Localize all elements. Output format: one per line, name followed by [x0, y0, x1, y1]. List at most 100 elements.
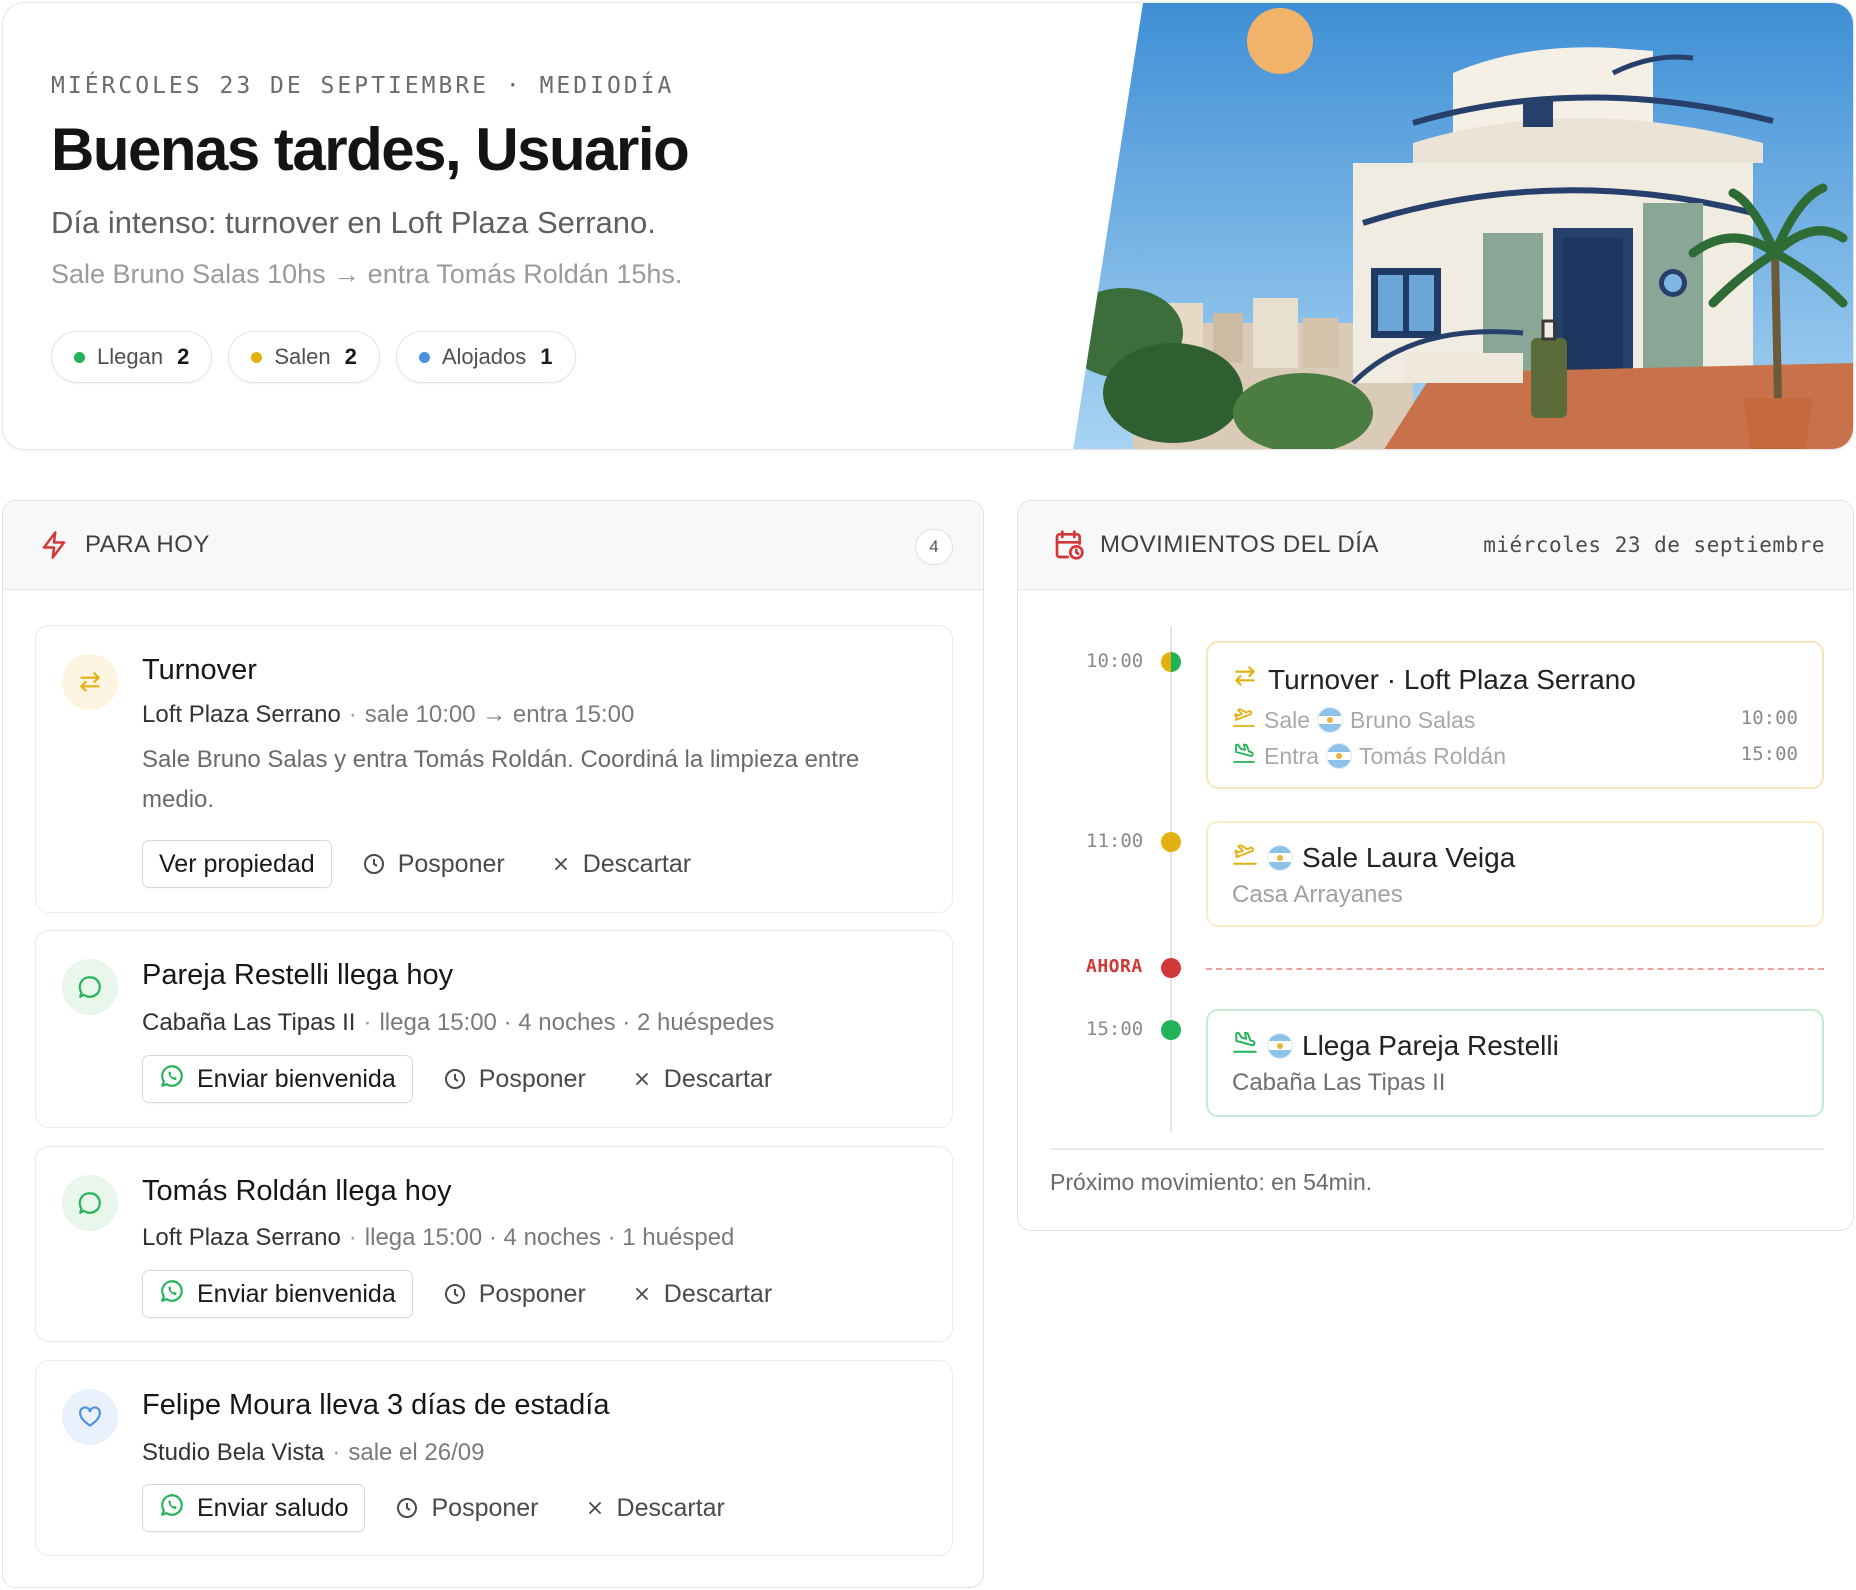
stat-label: Llegan — [97, 344, 164, 369]
stat-departures[interactable]: Salen 2 — [228, 331, 380, 383]
stats-row: Llegan 2 Salen 2 Alojados 1 — [51, 331, 576, 383]
calendar-clock-icon — [1052, 528, 1086, 562]
event-card-departure[interactable]: Sale Laura Veiga Casa Arrayanes — [1206, 821, 1824, 927]
whatsapp-icon — [159, 1063, 185, 1096]
postpone-label: Posponer — [478, 1064, 586, 1093]
heart-icon — [62, 1389, 118, 1445]
task-card-arrival: Tomás Roldán llega hoy Loft Plaza Serran… — [35, 1146, 953, 1342]
postpone-button[interactable]: Posponer — [362, 850, 505, 879]
close-icon — [632, 1284, 652, 1304]
clock-icon — [443, 1282, 467, 1306]
dismiss-button[interactable]: Descartar — [551, 850, 691, 879]
property-name[interactable]: Loft Plaza Serrano — [142, 701, 341, 728]
task-card-turnover: Turnover Loft Plaza Serrano · sale 10:00 →… — [35, 625, 953, 913]
task-actions: Enviar bienvenida Posponer Descartar — [142, 1270, 772, 1318]
today-panel-title: PARA HOY — [85, 531, 210, 558]
whatsapp-icon — [159, 1278, 185, 1311]
swap-icon — [1232, 663, 1258, 696]
dismiss-label: Descartar — [663, 1064, 773, 1093]
event-card-arrival[interactable]: Llega Pareja Restelli Cabaña Las Tipas I… — [1206, 1009, 1824, 1117]
property-name[interactable]: Cabaña Las Tipas II — [142, 1009, 355, 1036]
postpone-label: Posponer — [478, 1279, 586, 1308]
event-title: Turnover · Loft Plaza Serrano — [1268, 663, 1636, 695]
event-card-turnover[interactable]: Turnover · Loft Plaza Serrano Sale Bruno… — [1206, 641, 1824, 789]
stat-value: 2 — [344, 344, 357, 369]
task-title: Felipe Moura lleva 3 días de estadía — [142, 1389, 610, 1421]
greeting-title: Buenas tardes, Usuario — [51, 116, 690, 183]
swap-icon — [62, 654, 118, 710]
dismiss-button[interactable]: Descartar — [632, 1065, 772, 1094]
dismiss-button[interactable]: Descartar — [632, 1280, 772, 1309]
argentina-flag-icon — [1326, 744, 1351, 768]
send-greeting-button[interactable]: Enviar saludo — [142, 1484, 366, 1532]
button-label: Enviar bienvenida — [197, 1279, 396, 1308]
timeline-dot-now — [1161, 958, 1181, 978]
task-schedule: llega 15:00 · 4 noches · 2 huéspedes — [379, 1009, 775, 1036]
row-kind: Entra — [1264, 742, 1319, 769]
postpone-label: Posponer — [431, 1493, 539, 1522]
close-icon — [632, 1069, 652, 1089]
timeline-dot-turnover — [1161, 652, 1181, 672]
departures-dot — [251, 351, 263, 363]
row-time: 10:00 — [1740, 707, 1798, 729]
task-actions: Enviar bienvenida Posponer Descartar — [142, 1055, 772, 1103]
day-detail: Sale Bruno Salas 10hs → entra Tomás Rold… — [51, 259, 683, 289]
clock-icon — [362, 852, 386, 876]
hero-house-illustration — [1073, 3, 1853, 449]
event-title-row: Turnover · Loft Plaza Serrano — [1232, 663, 1636, 696]
event-row-arrival: Entra Tomás Roldán — [1232, 741, 1506, 771]
postpone-button[interactable]: Posponer — [395, 1493, 539, 1523]
task-schedule: sale 10:00 → entra 15:00 — [364, 701, 635, 728]
dismiss-label: Descartar — [663, 1279, 773, 1308]
hero-date: MIÉRCOLES 23 DE SEPTIEMBRE · MEDIODÍA — [51, 73, 675, 99]
property-name[interactable]: Loft Plaza Serrano — [142, 1224, 341, 1251]
movements-panel-header: MOVIMIENTOS DEL DÍA miércoles 23 de sept… — [1018, 501, 1853, 590]
timeline-dot-departure — [1161, 832, 1181, 852]
dismiss-button[interactable]: Descartar — [585, 1494, 725, 1523]
stat-value: 1 — [540, 344, 553, 369]
event-title-row: Llega Pareja Restelli — [1232, 1029, 1559, 1062]
dismiss-label: Descartar — [616, 1493, 725, 1522]
task-description: Sale Bruno Salas y entra Tomás Roldán. C… — [142, 746, 860, 813]
view-property-button[interactable]: Ver propiedad — [142, 840, 332, 888]
clock-icon — [443, 1067, 467, 1091]
stat-staying[interactable]: Alojados 1 — [395, 331, 576, 383]
greeting-hero: MIÉRCOLES 23 DE SEPTIEMBRE · MEDIODÍA Bu… — [2, 2, 1854, 450]
property-name[interactable]: Studio Bela Vista — [142, 1439, 324, 1466]
dismiss-label: Descartar — [582, 849, 692, 878]
task-actions: Enviar saludo Posponer Descartar — [142, 1484, 725, 1532]
task-count-badge: 4 — [915, 529, 953, 565]
postpone-button[interactable]: Posponer — [443, 1280, 586, 1309]
postpone-button[interactable]: Posponer — [443, 1065, 586, 1094]
now-indicator-line — [1206, 968, 1824, 970]
now-label: AHORA — [1086, 956, 1143, 977]
next-movement-text: Próximo movimiento: en 54min. — [1050, 1169, 1373, 1195]
task-actions: Ver propiedad Posponer Descartar — [142, 840, 691, 888]
timeline-time: 11:00 — [1086, 830, 1144, 852]
button-label: Ver propiedad — [159, 849, 315, 878]
task-title: Pareja Restelli llega hoy — [142, 959, 454, 991]
plane-arrival-icon — [1232, 1029, 1258, 1062]
today-panel-header: PARA HOY 4 — [3, 501, 983, 590]
task-meta: Loft Plaza Serrano · sale 10:00 → entra 15… — [142, 701, 635, 728]
movements-date: miércoles 23 de septiembre — [1483, 533, 1825, 557]
task-card-stay: Felipe Moura lleva 3 días de estadía Stu… — [35, 1360, 953, 1556]
lightning-icon — [37, 528, 71, 562]
stat-label: Salen — [274, 344, 331, 369]
clock-icon — [395, 1496, 419, 1520]
send-welcome-button[interactable]: Enviar bienvenida — [142, 1055, 413, 1103]
stat-arrivals[interactable]: Llegan 2 — [51, 331, 213, 383]
send-welcome-button[interactable]: Enviar bienvenida — [142, 1270, 413, 1318]
task-meta: Cabaña Las Tipas II · llega 15:00 · 4 noch… — [142, 1009, 775, 1036]
movements-panel-title: MOVIMIENTOS DEL DÍA — [1100, 531, 1379, 558]
plane-arrival-icon — [1232, 741, 1256, 771]
task-schedule: llega 15:00 · 4 noches · 1 huésped — [364, 1224, 735, 1251]
timeline-time: 15:00 — [1086, 1018, 1144, 1040]
chat-icon — [62, 1175, 118, 1231]
event-property: Casa Arrayanes — [1232, 881, 1403, 908]
divider — [1050, 1148, 1824, 1150]
event-row-departure: Sale Bruno Salas — [1232, 705, 1475, 735]
button-label: Enviar saludo — [197, 1493, 349, 1522]
stat-value: 2 — [177, 344, 190, 369]
close-icon — [551, 854, 571, 874]
